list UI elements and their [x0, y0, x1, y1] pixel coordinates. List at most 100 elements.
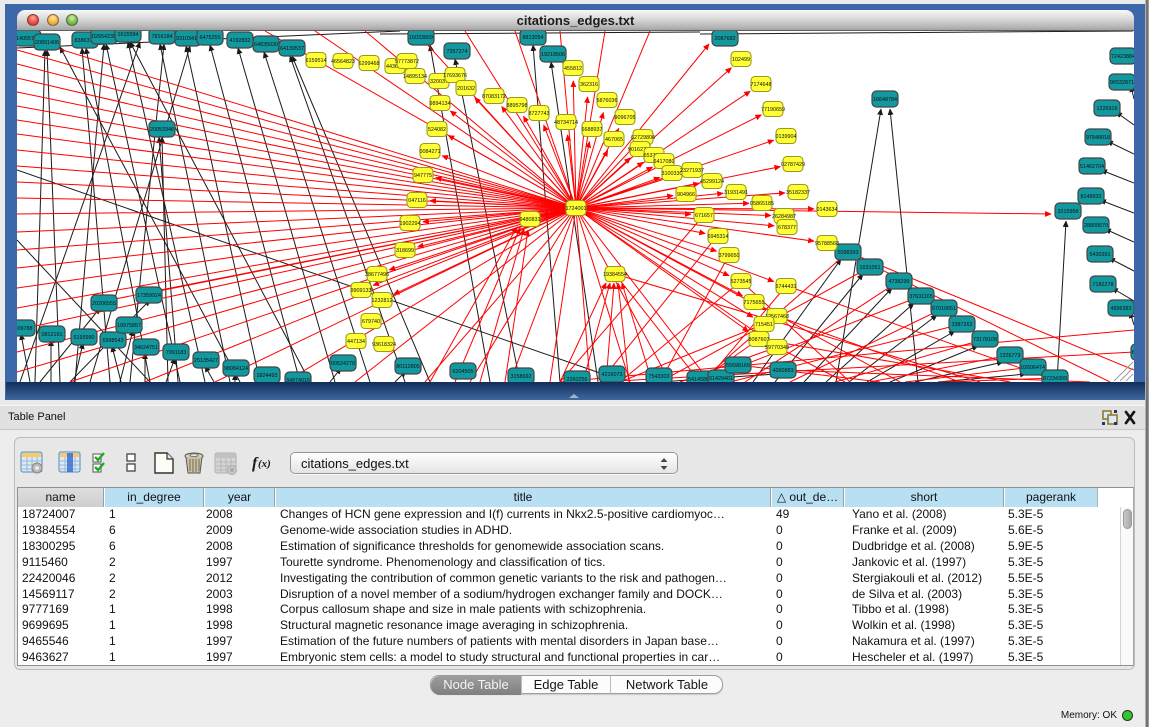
svg-text:00524278: 00524278 — [331, 361, 355, 367]
svg-text:4216073: 4216073 — [602, 372, 623, 378]
svg-text:4060883: 4060883 — [773, 368, 794, 374]
svg-text:62729806: 62729806 — [631, 135, 655, 141]
svg-text:1226916: 1226916 — [1097, 106, 1118, 112]
svg-text:77190659: 77190659 — [761, 107, 785, 113]
svg-text:467065: 467065 — [605, 137, 623, 143]
svg-text:95788568: 95788568 — [815, 241, 839, 247]
svg-text:2260256: 2260256 — [567, 377, 588, 382]
svg-text:9894134: 9894134 — [430, 101, 451, 107]
svg-text:87234309: 87234309 — [1043, 376, 1067, 382]
svg-text:6998543: 6998543 — [103, 338, 124, 344]
svg-text:4738299: 4738299 — [889, 279, 910, 285]
svg-text:57773872: 57773872 — [395, 59, 419, 65]
svg-text:37631165: 37631165 — [909, 294, 933, 300]
svg-text:2087682: 2087682 — [715, 36, 736, 42]
svg-text:16648784: 16648784 — [873, 97, 897, 103]
svg-text:201632: 201632 — [457, 86, 475, 92]
svg-text:6193990: 6193990 — [74, 335, 95, 341]
svg-text:5009788: 5009788 — [17, 326, 33, 332]
svg-text:8148932: 8148932 — [1081, 194, 1102, 200]
svg-text:904966: 904966 — [677, 192, 695, 198]
svg-text:34624751: 34624751 — [134, 345, 158, 351]
svg-text:02654235: 02654235 — [92, 34, 116, 40]
svg-text:65787133: 65787133 — [1132, 350, 1134, 356]
svg-text:8087603: 8087603 — [749, 337, 770, 343]
svg-text:17359924: 17359924 — [137, 293, 161, 299]
svg-text:6417080: 6417080 — [654, 159, 675, 165]
svg-text:48734714: 48734714 — [554, 120, 578, 126]
svg-text:4192832: 4192832 — [230, 38, 251, 44]
svg-text:0084271: 0084271 — [420, 149, 441, 155]
svg-text:1232812: 1232812 — [372, 298, 393, 304]
svg-text:6299468: 6299468 — [359, 61, 380, 67]
svg-text:3158692: 3158692 — [511, 374, 532, 380]
svg-text:31931491: 31931491 — [724, 190, 748, 196]
svg-text:20206555: 20206555 — [92, 301, 116, 307]
svg-text:64139537: 64139537 — [280, 46, 304, 52]
svg-text:73178108: 73178108 — [973, 337, 997, 343]
svg-text:7816184: 7816184 — [152, 34, 173, 40]
svg-text:9480831: 9480831 — [520, 217, 541, 223]
svg-text:34874016: 34874016 — [286, 378, 310, 382]
svg-text:20891406: 20891406 — [35, 40, 59, 46]
svg-text:45299124: 45299124 — [700, 179, 724, 185]
svg-text:05865185: 05865185 — [750, 201, 774, 207]
svg-text:7182278: 7182278 — [1093, 282, 1114, 288]
svg-text:7543303: 7543303 — [649, 374, 670, 380]
svg-text:7991183: 7991183 — [166, 350, 187, 356]
svg-text:51462704: 51462704 — [1080, 164, 1104, 170]
svg-text:678377: 678377 — [778, 225, 796, 231]
svg-text:1824493: 1824493 — [257, 373, 278, 379]
svg-text:1615594: 1615594 — [118, 32, 139, 38]
svg-text:0812191: 0812191 — [42, 332, 63, 338]
svg-text:80112805: 80112805 — [396, 364, 420, 370]
svg-text:6945314: 6945314 — [708, 234, 729, 240]
svg-text:02787429: 02787429 — [781, 162, 805, 168]
svg-text:28809570: 28809570 — [1084, 223, 1108, 229]
svg-text:5273545: 5273545 — [731, 279, 752, 285]
svg-text:59770348: 59770348 — [765, 345, 789, 351]
svg-text:8727743: 8727743 — [529, 111, 550, 117]
svg-text:8813054: 8813054 — [523, 35, 544, 41]
svg-text:6475255: 6475255 — [200, 35, 221, 41]
svg-text:25135427: 25135427 — [194, 358, 218, 364]
svg-text:318699: 318699 — [396, 248, 414, 254]
svg-text:1902294: 1902294 — [400, 221, 421, 227]
svg-text:38677496: 38677496 — [365, 272, 389, 278]
svg-text:97848018: 97848018 — [1086, 135, 1110, 141]
svg-text:67010651: 67010651 — [932, 306, 956, 312]
svg-text:35182337: 35182337 — [786, 190, 810, 196]
svg-text:02606474: 02606474 — [1021, 365, 1045, 371]
svg-text:0139904: 0139904 — [776, 134, 797, 140]
svg-text:(x): (x) — [258, 458, 271, 470]
svg-text:362316: 362316 — [580, 82, 598, 88]
svg-text:19384554: 19384554 — [603, 272, 627, 278]
svg-text:671657: 671657 — [695, 213, 713, 219]
svg-text:5744431: 5744431 — [776, 284, 797, 290]
svg-text:14895134: 14895134 — [403, 74, 427, 80]
svg-text:679740: 679740 — [362, 319, 380, 325]
svg-text:3387262: 3387262 — [952, 322, 973, 328]
svg-text:93618324: 93618324 — [372, 342, 396, 348]
svg-text:6688937: 6688937 — [582, 127, 603, 133]
svg-text:46564823: 46564823 — [331, 59, 355, 65]
svg-text:5430391: 5430391 — [1090, 252, 1111, 258]
svg-text:4896383: 4896383 — [1111, 306, 1132, 312]
svg-text:5876036: 5876036 — [597, 98, 618, 104]
svg-text:9909133: 9909133 — [351, 288, 372, 294]
svg-text:7357274: 7357274 — [447, 49, 468, 55]
svg-text:7174648: 7174648 — [751, 82, 772, 88]
svg-text:16033809: 16033809 — [409, 35, 433, 41]
svg-text:6204505: 6204505 — [453, 369, 474, 375]
svg-text:947775: 947775 — [414, 173, 432, 179]
svg-text:87083172: 87083172 — [482, 94, 506, 100]
svg-text:9096705: 9096705 — [615, 115, 636, 121]
svg-text:715451: 715451 — [755, 322, 773, 328]
svg-text:19218506: 19218506 — [541, 52, 565, 58]
svg-text:93103413: 93103413 — [176, 36, 200, 42]
svg-text:524082: 524082 — [428, 127, 446, 133]
svg-text:96532871: 96532871 — [1110, 80, 1134, 86]
svg-text:01429401: 01429401 — [709, 376, 733, 382]
svg-text:047116: 047116 — [408, 198, 426, 204]
svg-text:98084124: 98084124 — [224, 366, 248, 372]
